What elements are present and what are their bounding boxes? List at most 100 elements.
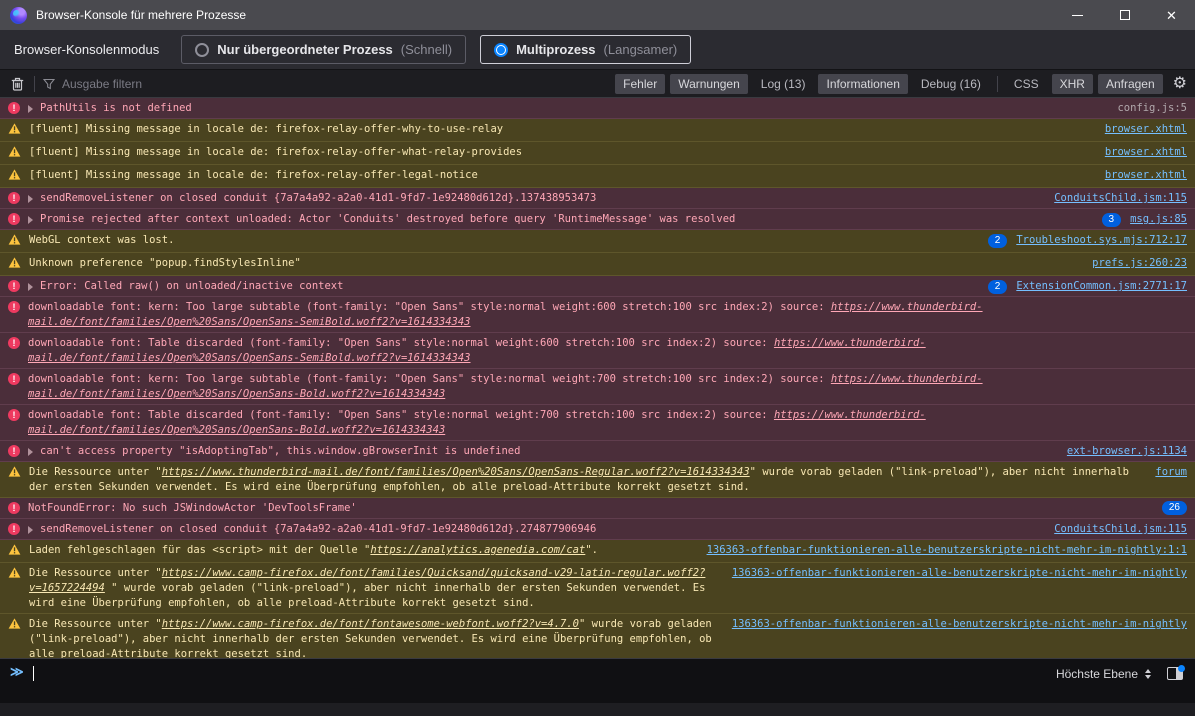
- message-url-link[interactable]: https://www.camp-firefox.de/font/fontawe…: [162, 618, 579, 630]
- console-message: !downloadable font: Table discarded (fon…: [0, 405, 1195, 441]
- message-text: downloadable font: Table discarded (font…: [28, 336, 1187, 366]
- console-mode-label: Browser-Konsolenmodus: [14, 42, 159, 57]
- filter-button-log-13-[interactable]: Log (13): [753, 74, 814, 94]
- message-meta: ext-browser.js:1134: [1067, 444, 1187, 459]
- message-meta: 136363-offenbar-funktionieren-alle-benut…: [732, 617, 1187, 632]
- warning-icon: [8, 146, 21, 162]
- message-meta: browser.xhtml: [1105, 168, 1187, 183]
- warning-icon: [8, 618, 21, 634]
- message-meta: 2 ExtensionCommon.jsm:2771:17: [988, 279, 1187, 294]
- console-message: [fluent] Missing message in locale de: f…: [0, 119, 1195, 142]
- log-level-filter-buttons: FehlerWarnungenLog (13)Informationen Debu…: [615, 74, 989, 94]
- input-prompt-icon: ≫: [10, 665, 24, 680]
- console-message: !downloadable font: kern: Too large subt…: [0, 369, 1195, 405]
- console-message: Unknown preference "popup.findStylesInli…: [0, 253, 1195, 276]
- message-text: [fluent] Missing message in locale de: f…: [29, 122, 1093, 137]
- filter-button-warnungen[interactable]: Warnungen: [670, 74, 748, 94]
- repeat-badge: 2: [988, 280, 1008, 294]
- console-messages: !PathUtils is not definedconfig.js:5 [flu…: [0, 98, 1195, 658]
- message-text: sendRemoveListener on closed conduit {7a…: [40, 191, 1042, 206]
- evaluation-context-selector[interactable]: Höchste Ebene: [1056, 667, 1151, 681]
- radio-icon[interactable]: [195, 43, 209, 57]
- console-message: !downloadable font: Table discarded (fon…: [0, 333, 1195, 369]
- expand-arrow-icon[interactable]: [28, 105, 33, 113]
- source-link[interactable]: ExtensionCommon.jsm:2771:17: [1016, 279, 1187, 294]
- message-text: downloadable font: Table discarded (font…: [28, 408, 1187, 438]
- source-link[interactable]: browser.xhtml: [1105, 168, 1187, 183]
- mode-option-parent-process[interactable]: Nur übergeordneter Prozess (Schnell): [181, 35, 466, 64]
- message-text-segment: downloadable font: kern: Too large subta…: [28, 373, 831, 385]
- console-message: Die Ressource unter "https://www.camp-fi…: [0, 563, 1195, 614]
- clear-output-button[interactable]: [8, 75, 26, 93]
- gear-icon[interactable]: ⚙: [1173, 76, 1187, 92]
- console-message: !NotFoundError: No such JSWindowActor 'D…: [0, 498, 1195, 519]
- message-meta: 26: [1162, 501, 1187, 515]
- minimize-button[interactable]: [1054, 0, 1101, 30]
- message-text: [fluent] Missing message in locale de: f…: [29, 145, 1093, 160]
- source-link[interactable]: ConduitsChild.jsm:115: [1054, 522, 1187, 537]
- expand-arrow-icon[interactable]: [28, 195, 33, 203]
- source-link[interactable]: Troubleshoot.sys.mjs:712:17: [1016, 233, 1187, 248]
- source-link[interactable]: prefs.js:260:23: [1092, 256, 1187, 271]
- source-link[interactable]: 136363-offenbar-funktionieren-alle-benut…: [707, 543, 1187, 558]
- filter-button-anfragen[interactable]: Anfragen: [1098, 74, 1163, 94]
- filter-input-group: [43, 77, 607, 91]
- message-text-segment: ".: [585, 544, 598, 556]
- mode-option-hint: (Langsamer): [604, 42, 678, 57]
- source-link[interactable]: 136363-offenbar-funktionieren-alle-benut…: [732, 617, 1187, 632]
- error-icon: !: [8, 192, 20, 204]
- console-message: !PathUtils is not definedconfig.js:5: [0, 98, 1195, 119]
- message-text: sendRemoveListener on closed conduit {7a…: [40, 522, 1042, 537]
- console-input-area[interactable]: ≫ Höchste Ebene: [0, 658, 1195, 703]
- message-text-segment: Unknown preference "popup.findStylesInli…: [29, 257, 301, 269]
- mode-option-label: Multiprozess: [516, 42, 595, 57]
- expand-arrow-icon[interactable]: [28, 216, 33, 224]
- console-message: Laden fehlgeschlagen für das <script> mi…: [0, 540, 1195, 563]
- filter-button-informationen[interactable]: Informationen: [818, 74, 907, 94]
- message-text: NotFoundError: No such JSWindowActor 'De…: [28, 501, 1150, 516]
- expand-arrow-icon[interactable]: [28, 283, 33, 291]
- notification-dot: [1178, 665, 1185, 672]
- source-link[interactable]: msg.js:85: [1130, 212, 1187, 227]
- error-icon: !: [8, 280, 20, 292]
- message-meta: 136363-offenbar-funktionieren-alle-benut…: [707, 543, 1187, 558]
- warning-icon: [8, 544, 21, 560]
- warning-icon: [8, 567, 21, 583]
- message-url-link[interactable]: https://analytics.agenedia.com/cat: [370, 544, 585, 556]
- repeat-badge: 2: [988, 234, 1008, 248]
- filter-button-css[interactable]: CSS: [1006, 74, 1047, 94]
- message-text: downloadable font: kern: Too large subta…: [28, 372, 1187, 402]
- up-down-arrows-icon: [1145, 669, 1151, 679]
- window-controls: ✕: [1054, 0, 1195, 30]
- filter-button-debug-16-[interactable]: Debug (16): [913, 74, 989, 94]
- message-text-segment: sendRemoveListener on closed conduit {7a…: [40, 192, 596, 204]
- source-link[interactable]: ConduitsChild.jsm:115: [1054, 191, 1187, 206]
- mode-option-multiprocess[interactable]: Multiprozess (Langsamer): [480, 35, 691, 64]
- filter-output-input[interactable]: [62, 77, 607, 91]
- split-console-icon[interactable]: [1167, 667, 1183, 680]
- maximize-button[interactable]: [1101, 0, 1148, 30]
- message-text: Die Ressource unter "https://www.camp-fi…: [29, 617, 720, 658]
- close-button[interactable]: ✕: [1148, 0, 1195, 30]
- maximize-icon: [1120, 10, 1130, 20]
- source-link[interactable]: browser.xhtml: [1105, 122, 1187, 137]
- expand-arrow-icon[interactable]: [28, 526, 33, 534]
- console-message: !Error: Called raw() on unloaded/inactiv…: [0, 276, 1195, 297]
- filter-toolbar: FehlerWarnungenLog (13)Informationen Debu…: [0, 70, 1195, 98]
- message-text-segment: Promise rejected after context unloaded:…: [40, 213, 735, 225]
- filter-button-fehler[interactable]: Fehler: [615, 74, 665, 94]
- window-title: Browser-Konsole für mehrere Prozesse: [36, 8, 246, 22]
- expand-arrow-icon[interactable]: [28, 448, 33, 456]
- console-message: Die Ressource unter "https://www.camp-fi…: [0, 614, 1195, 658]
- message-url-link[interactable]: https://www.thunderbird-mail.de/font/fam…: [162, 466, 750, 478]
- source-link[interactable]: forum: [1155, 465, 1187, 480]
- source-link[interactable]: browser.xhtml: [1105, 145, 1187, 160]
- message-text-segment: [fluent] Missing message in locale de: f…: [29, 146, 522, 158]
- source-link[interactable]: 136363-offenbar-funktionieren-alle-benut…: [732, 566, 1187, 581]
- source-link[interactable]: ext-browser.js:1134: [1067, 444, 1187, 459]
- message-meta: 136363-offenbar-funktionieren-alle-benut…: [732, 566, 1187, 581]
- filter-button-xhr[interactable]: XHR: [1052, 74, 1093, 94]
- message-text-segment: downloadable font: kern: Too large subta…: [28, 301, 831, 313]
- radio-icon[interactable]: [494, 43, 508, 57]
- console-message: [fluent] Missing message in locale de: f…: [0, 165, 1195, 188]
